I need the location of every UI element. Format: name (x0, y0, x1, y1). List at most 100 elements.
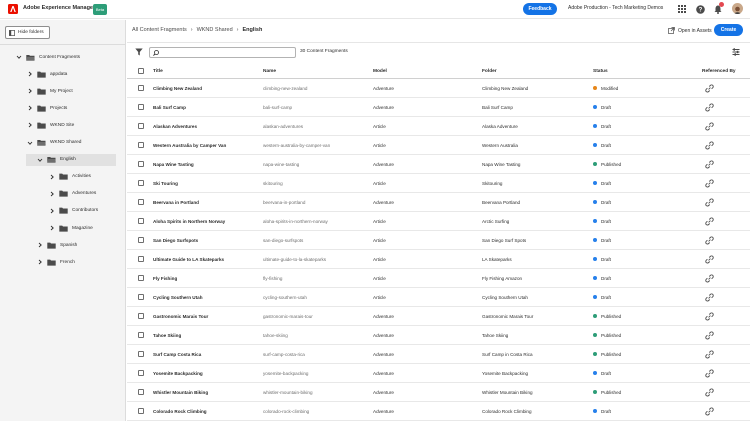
chevron-down-icon[interactable] (16, 54, 22, 60)
row-folder[interactable]: Bali Surf Camp (482, 98, 590, 116)
chevron-right-icon[interactable] (27, 71, 33, 77)
row-folder[interactable]: Surf Camp in Costa Rica (482, 345, 590, 363)
chevron-right-icon[interactable] (27, 105, 33, 111)
table-row[interactable]: Fly Fishing fly-fishing Article Fly Fishing… (127, 269, 750, 288)
table-row[interactable]: Whistler Mountain Biking whistler-mountai… (127, 383, 750, 402)
table-row[interactable]: Tahoe Skiing tahoe-skiing Adventure Tahoe S… (127, 326, 750, 345)
breadcrumb-wknd-shared[interactable]: WKND Shared (197, 27, 233, 33)
apps-grid-icon[interactable] (677, 4, 687, 14)
table-row[interactable]: Cycling Southern Utah cycling-southern-ut… (127, 288, 750, 307)
link-icon[interactable] (705, 312, 714, 321)
row-title[interactable]: Aloha Spirits in Northern Norway (153, 212, 261, 230)
tree-item-contributors[interactable]: Contributors (49, 205, 98, 217)
link-icon[interactable] (705, 274, 714, 283)
row-checkbox[interactable] (138, 180, 144, 186)
link-icon[interactable] (705, 388, 714, 397)
chevron-down-icon[interactable] (37, 157, 43, 163)
row-checkbox[interactable] (138, 104, 144, 110)
row-title[interactable]: Ultimate Guide to LA Skateparks (153, 250, 261, 268)
row-title[interactable]: Yosemite Backpacking (153, 364, 261, 382)
row-folder[interactable]: Skitouring (482, 174, 590, 192)
breadcrumb-all-content-fragments[interactable]: All Content Fragments (132, 27, 187, 33)
link-icon[interactable] (705, 122, 714, 131)
org-switcher[interactable]: Adobe Production - Tech Marketing Demos (568, 5, 663, 11)
row-folder[interactable]: Western Australia (482, 136, 590, 154)
row-folder[interactable]: Yosemite Backpacking (482, 364, 590, 382)
select-all-checkbox[interactable] (138, 68, 144, 74)
row-title[interactable]: Western Australia by Camper Van (153, 136, 261, 154)
row-title[interactable]: Beervana in Portland (153, 193, 261, 211)
tree-item-my-project[interactable]: My Project (27, 85, 73, 97)
chevron-right-icon[interactable] (49, 174, 55, 180)
chevron-right-icon[interactable] (37, 242, 43, 248)
row-checkbox[interactable] (138, 142, 144, 148)
row-checkbox[interactable] (138, 218, 144, 224)
link-icon[interactable] (705, 350, 714, 359)
table-row[interactable]: Ultimate Guide to LA Skateparks ultimate-… (127, 250, 750, 269)
row-folder[interactable]: Alaska Adventure (482, 117, 590, 135)
table-row[interactable]: Colorado Rock Climbing colorado-rock-clim… (127, 402, 750, 421)
column-header-status[interactable]: Status (593, 64, 673, 78)
column-header-title[interactable]: Title (153, 64, 261, 78)
feedback-button[interactable]: Feedback (523, 3, 557, 15)
user-avatar[interactable] (732, 3, 743, 14)
filter-icon[interactable] (135, 48, 143, 56)
row-title[interactable]: Bali Surf Camp (153, 98, 261, 116)
link-icon[interactable] (705, 160, 714, 169)
row-folder[interactable]: Climbing New Zealand (482, 79, 590, 97)
row-checkbox[interactable] (138, 199, 144, 205)
row-checkbox[interactable] (138, 332, 144, 338)
tree-item-wknd-shared[interactable]: WKND Shared (27, 137, 81, 149)
row-title[interactable]: Alaskan Adventures (153, 117, 261, 135)
chevron-right-icon[interactable] (49, 225, 55, 231)
tree-item-wknd-site[interactable]: WKND Site (27, 119, 74, 131)
link-icon[interactable] (705, 369, 714, 378)
row-title[interactable]: Fly Fishing (153, 269, 261, 287)
link-icon[interactable] (705, 103, 714, 112)
column-header-folder[interactable]: Folder (482, 64, 590, 78)
table-row[interactable]: Climbing New Zealand climbing-new-zealand… (127, 79, 750, 98)
tree-item-magazine[interactable]: Magazine (49, 222, 93, 234)
tree-item-french[interactable]: French (37, 256, 75, 268)
row-checkbox[interactable] (138, 370, 144, 376)
row-title[interactable]: Colorado Rock Climbing (153, 402, 261, 420)
row-folder[interactable]: Colorado Rock Climbing (482, 402, 590, 420)
chevron-right-icon[interactable] (27, 88, 33, 94)
table-row[interactable]: Surf Camp Costa Rica surf-camp-costa-rica… (127, 345, 750, 364)
table-row[interactable]: Beervana in Portland beervana-in-portland… (127, 193, 750, 212)
table-row[interactable]: Alaskan Adventures alaskan-adventures Arti… (127, 117, 750, 136)
row-folder[interactable]: Arctic Surfing (482, 212, 590, 230)
notifications-bell-icon[interactable] (713, 2, 724, 14)
row-checkbox[interactable] (138, 351, 144, 357)
row-checkbox[interactable] (138, 85, 144, 91)
column-header-name[interactable]: Name (263, 64, 371, 78)
tree-item-content-fragments[interactable]: Content Fragments (16, 51, 80, 63)
table-row[interactable]: Gastronomic Marais Tour gastronomic-marai… (127, 307, 750, 326)
link-icon[interactable] (705, 407, 714, 416)
link-icon[interactable] (705, 236, 714, 245)
row-title[interactable]: Cycling Southern Utah (153, 288, 261, 306)
row-title[interactable]: Whistler Mountain Biking (153, 383, 261, 401)
link-icon[interactable] (705, 141, 714, 150)
link-icon[interactable] (705, 331, 714, 340)
table-row[interactable]: Western Australia by Camper Van western-a… (127, 136, 750, 155)
column-settings-icon[interactable] (732, 48, 740, 56)
row-checkbox[interactable] (138, 275, 144, 281)
row-checkbox[interactable] (138, 389, 144, 395)
row-title[interactable]: Napa Wine Tasting (153, 155, 261, 173)
link-icon[interactable] (705, 217, 714, 226)
link-icon[interactable] (705, 179, 714, 188)
row-checkbox[interactable] (138, 161, 144, 167)
open-in-assets-button[interactable]: Open in Assets (668, 27, 712, 34)
row-folder[interactable]: Gastronomic Marais Tour (482, 307, 590, 325)
link-icon[interactable] (705, 84, 714, 93)
row-folder[interactable]: Napa Wine Tasting (482, 155, 590, 173)
row-title[interactable]: Surf Camp Costa Rica (153, 345, 261, 363)
chevron-right-icon[interactable] (49, 208, 55, 214)
table-row[interactable]: Bali Surf Camp bali-surf-camp Adventure Bal… (127, 98, 750, 117)
help-icon[interactable]: ? (695, 4, 705, 14)
chevron-right-icon[interactable] (49, 191, 55, 197)
chevron-right-icon[interactable] (27, 122, 33, 128)
row-folder[interactable]: Tahoe Skiing (482, 326, 590, 344)
chevron-down-icon[interactable] (27, 140, 33, 146)
